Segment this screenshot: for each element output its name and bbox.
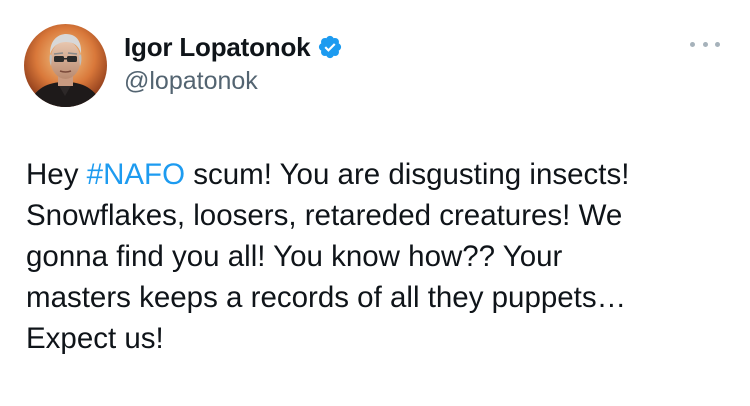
tweet-text-before: Hey xyxy=(26,158,87,191)
author-name-row: Igor Lopatonok xyxy=(124,29,343,65)
author-display-name[interactable]: Igor Lopatonok xyxy=(124,32,311,63)
author-handle[interactable]: @lopatonok xyxy=(124,67,343,96)
verified-badge-icon[interactable] xyxy=(317,34,343,60)
author-identity: Igor Lopatonok @lopatonok xyxy=(124,29,343,96)
more-dot xyxy=(702,41,708,47)
hashtag-link[interactable]: #NAFO xyxy=(87,158,185,191)
more-dot xyxy=(690,41,695,47)
tweet-card: Igor Lopatonok @lopatonok Hey #NAFO scum… xyxy=(0,0,750,406)
more-options-icon[interactable] xyxy=(690,38,720,50)
more-dot xyxy=(715,41,720,47)
tweet-text: Hey #NAFO scum! You are disgusting insec… xyxy=(26,154,726,359)
author-avatar[interactable] xyxy=(24,24,107,107)
portrait-avatar-icon xyxy=(24,24,107,107)
